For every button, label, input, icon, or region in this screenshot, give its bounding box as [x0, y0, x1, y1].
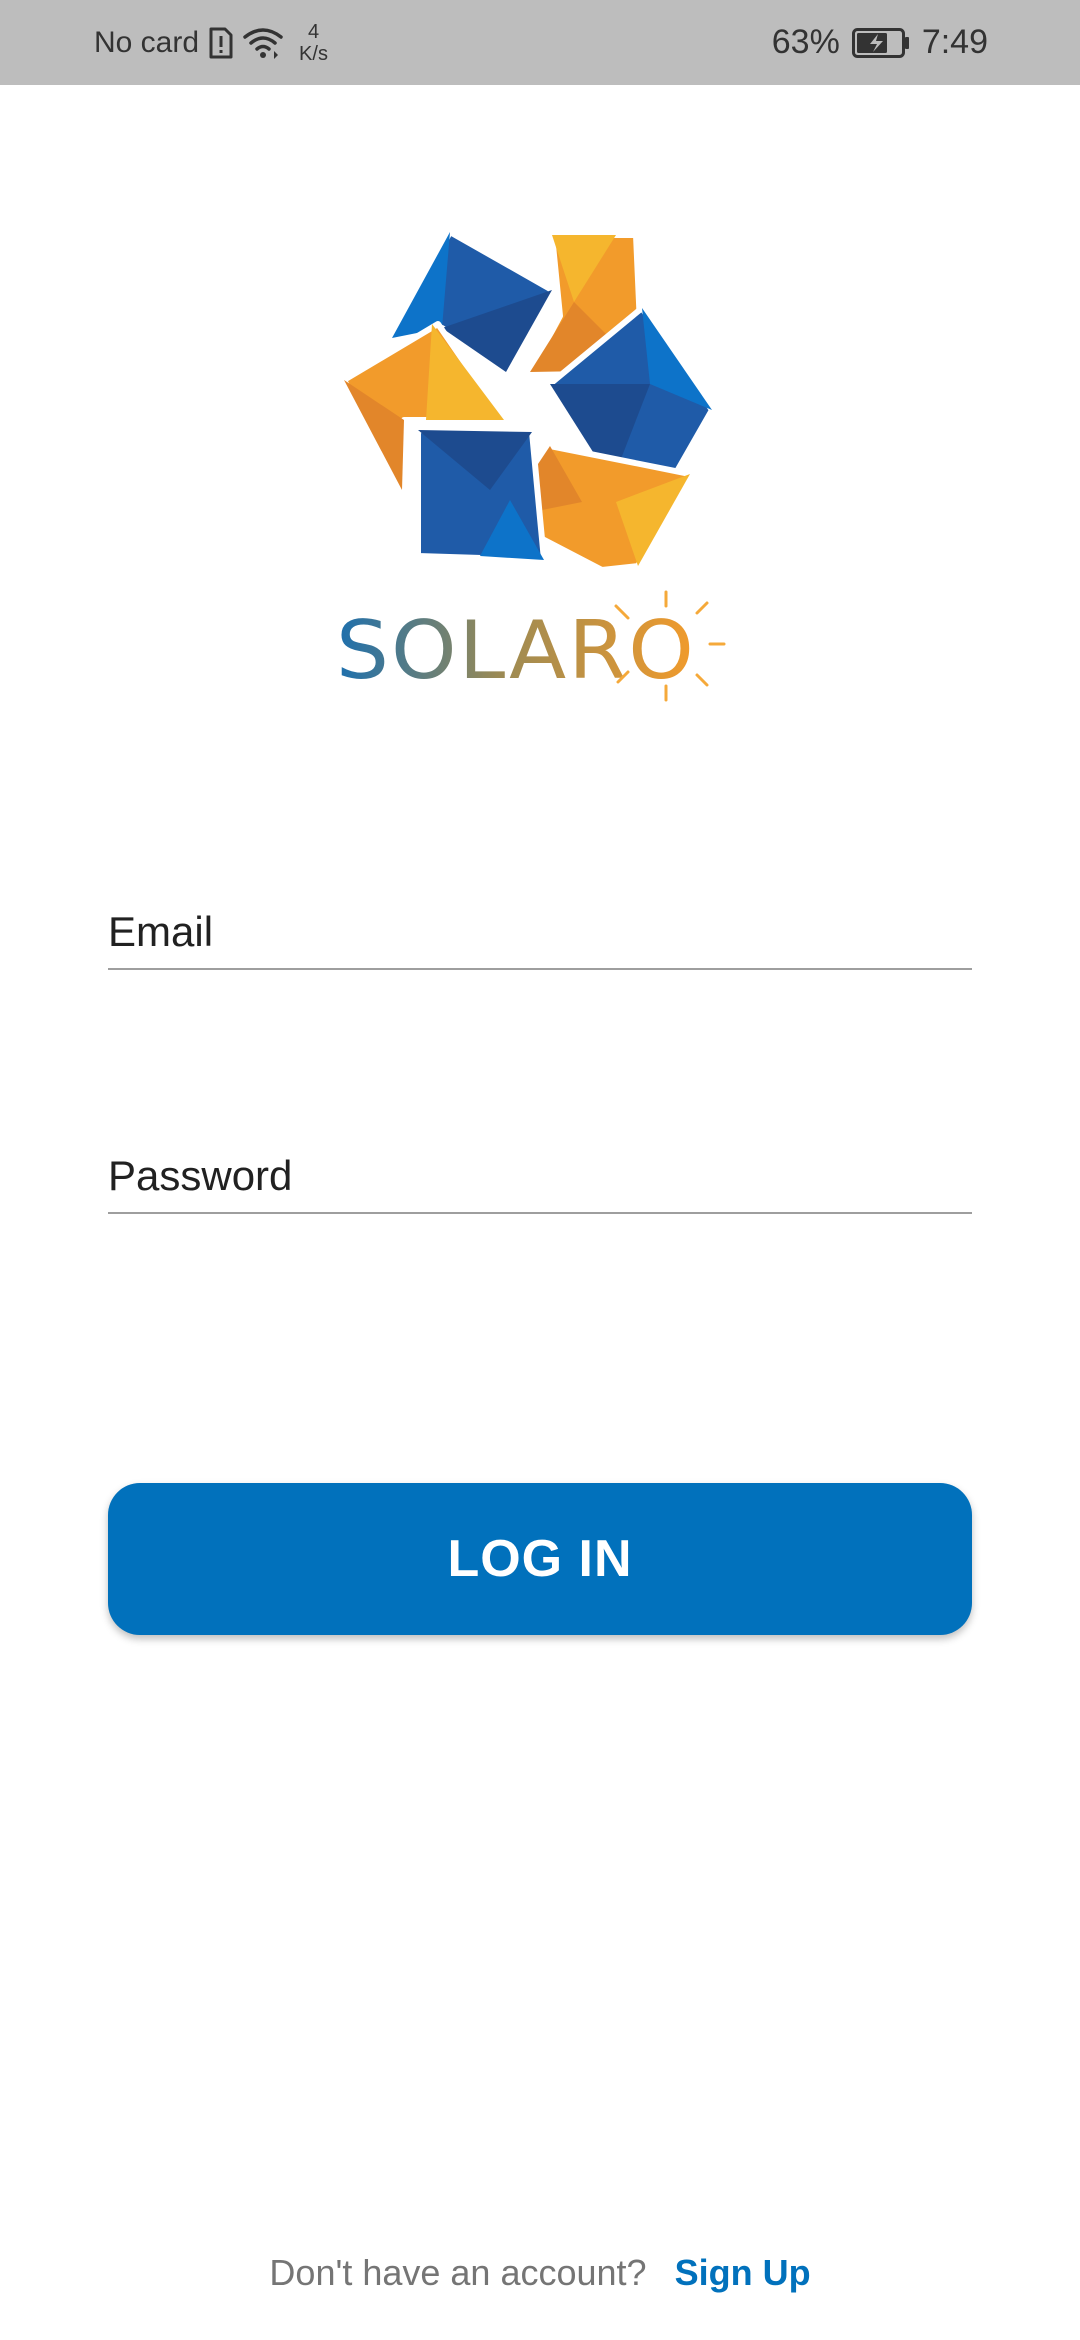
login-button[interactable]: LOG IN [108, 1483, 972, 1635]
wifi-icon [243, 27, 283, 59]
password-field-container [108, 1102, 972, 1214]
status-bar: No card 4 K/s 63% 7:49 [0, 0, 1080, 85]
net-speed: 4 K/s [299, 21, 328, 65]
sim-alert-icon [209, 27, 233, 59]
clock-time: 7:49 [921, 23, 988, 61]
net-speed-unit: K/s [299, 42, 328, 65]
email-field-container [108, 858, 972, 970]
wordmark-text: SOLARO [336, 604, 696, 697]
battery-charging-icon [851, 27, 910, 58]
password-field[interactable] [108, 1152, 972, 1200]
status-bar-right: 63% 7:49 [772, 0, 988, 85]
signup-row: Don't have an account? Sign Up [0, 2252, 1080, 2294]
solaro-pinwheel-logo-icon [320, 220, 740, 590]
status-bar-left: No card 4 K/s [94, 0, 328, 85]
net-speed-value: 4 [307, 20, 320, 43]
signup-link[interactable]: Sign Up [675, 2252, 811, 2293]
email-field[interactable] [108, 908, 972, 956]
signup-prompt: Don't have an account? [269, 2252, 647, 2293]
battery-percent: 63% [771, 23, 840, 61]
solaro-wordmark: SOLARO [336, 588, 736, 708]
carrier-label: No card [94, 25, 200, 59]
